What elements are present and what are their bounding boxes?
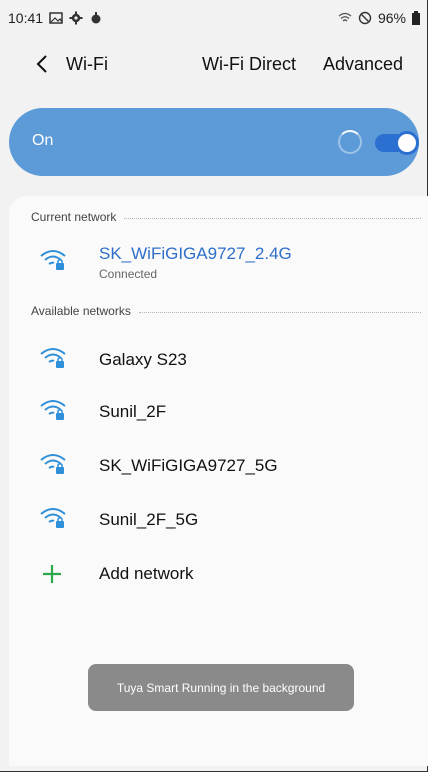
wifi-toggle-switch[interactable] xyxy=(375,131,419,155)
plus-icon xyxy=(43,565,61,583)
network-name: Sunil_2F xyxy=(99,402,167,421)
wifi-status-icon xyxy=(338,12,352,22)
current-network-header: Current network xyxy=(31,210,421,224)
chevron-left-icon xyxy=(36,55,47,73)
add-network-button[interactable]: Add network xyxy=(9,548,428,600)
network-name: Galaxy S23 xyxy=(99,350,187,369)
background-running-toast: Tuya Smart Running in the background xyxy=(88,664,354,711)
advanced-link[interactable]: Advanced xyxy=(323,54,403,75)
status-left: 10:41 xyxy=(8,10,103,26)
scanning-spinner-icon xyxy=(338,130,362,154)
wifi-on-label: On xyxy=(32,132,54,149)
status-right: 96% xyxy=(338,10,420,26)
current-network-item[interactable]: SK_WiFiGIGA9727_2.4G Connected xyxy=(9,236,428,288)
back-button[interactable] xyxy=(28,50,56,78)
current-network-status: Connected xyxy=(99,267,158,281)
wifi-direct-link[interactable]: Wi-Fi Direct xyxy=(202,54,296,75)
available-networks-header: Available networks xyxy=(31,304,421,318)
status-time: 10:41 xyxy=(8,10,44,26)
add-network-label: Add network xyxy=(99,564,194,583)
network-item-sunil-2f[interactable]: Sunil_2F xyxy=(9,386,428,438)
notification-icon xyxy=(91,12,101,24)
app-header: Wi-Fi Wi-Fi Direct Advanced xyxy=(0,44,428,84)
wifi-secure-icon xyxy=(40,508,66,528)
toggle-knob xyxy=(395,131,419,155)
gallery-icon xyxy=(49,12,63,24)
section-divider xyxy=(138,311,421,313)
wifi-master-toggle-card[interactable]: On xyxy=(9,108,419,176)
toast-text: Tuya Smart Running in the background xyxy=(116,680,326,695)
wifi-secure-icon xyxy=(40,250,66,270)
wifi-secure-icon xyxy=(40,348,66,368)
network-name: Sunil_2F_5G xyxy=(99,510,199,529)
battery-icon xyxy=(412,11,420,25)
settings-icon xyxy=(69,11,83,25)
network-item-sunil-2f-5g[interactable]: Sunil_2F_5G xyxy=(9,494,428,546)
current-network-section-label: Current network xyxy=(31,210,117,224)
section-divider xyxy=(124,217,421,219)
network-item-galaxy-s23[interactable]: Galaxy S23 xyxy=(9,334,428,386)
page-title: Wi-Fi xyxy=(66,54,108,74)
available-networks-section-label: Available networks xyxy=(31,304,131,318)
battery-percent: 96% xyxy=(377,10,406,26)
status-bar: 10:41 96% xyxy=(0,0,428,36)
network-name: SK_WiFiGIGA9727_5G xyxy=(99,456,278,475)
wifi-settings-screen: 10:41 96% Wi-Fi Wi-Fi Direct Advanced On xyxy=(0,0,428,772)
wifi-secure-icon xyxy=(40,400,66,420)
current-network-name: SK_WiFiGIGA9727_2.4G xyxy=(99,244,292,263)
dnd-icon xyxy=(358,11,372,25)
network-item-sk-wifigiga-5g[interactable]: SK_WiFiGIGA9727_5G xyxy=(9,440,428,492)
wifi-secure-icon xyxy=(40,454,66,474)
